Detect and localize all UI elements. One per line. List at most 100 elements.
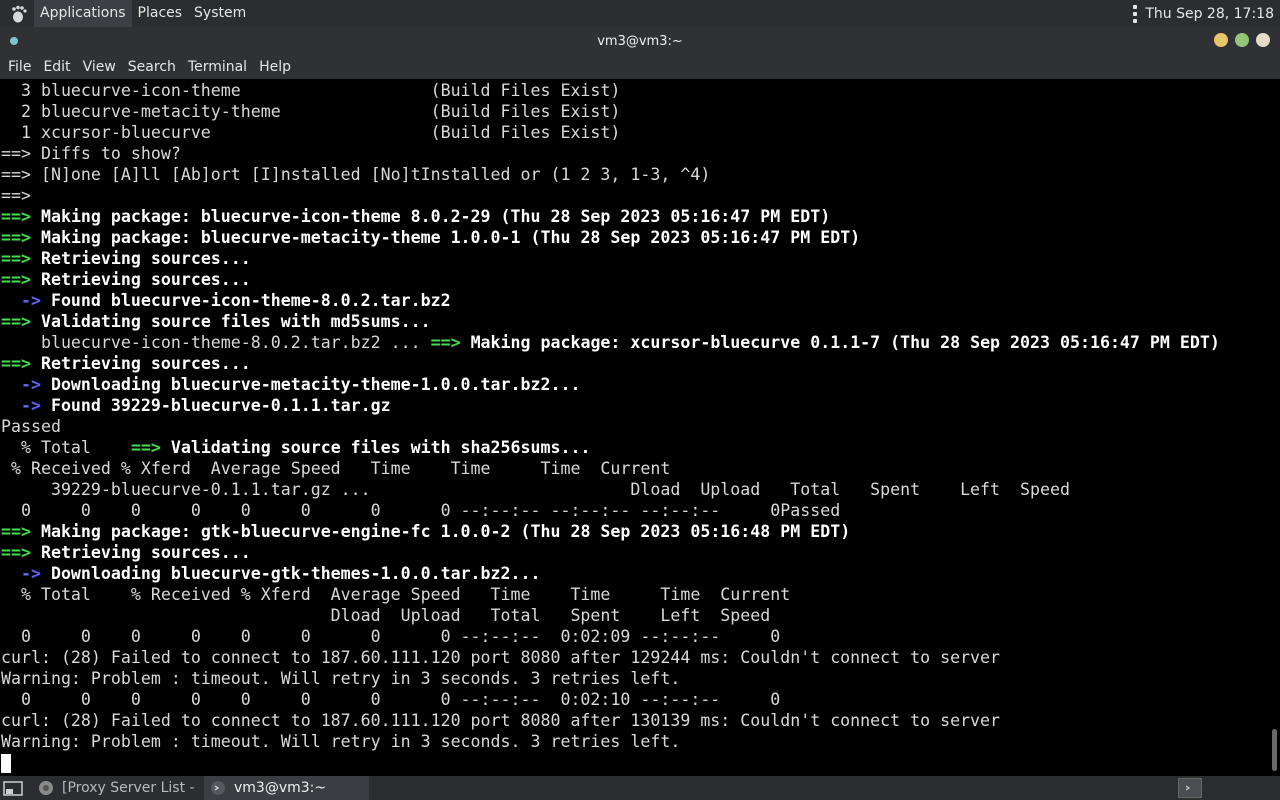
menu-help[interactable]: Help [253,59,297,75]
window-menu-icon[interactable] [10,37,18,45]
terminal-line: Warning: Problem : timeout. Will retry i… [0,731,1268,752]
taskbar-item-label: vm3@vm3:~ [234,780,327,796]
terminal-text: ==> [1,207,41,226]
terminal-line: % Total % Received % Xferd Average Speed… [0,584,1268,605]
terminal-text: Found bluecurve-icon-theme-8.0.2.tar.bz2 [50,291,451,310]
menu-edit[interactable]: Edit [37,59,76,75]
menu-search[interactable]: Search [122,59,182,75]
terminal-line: Dload Upload Total Spent Left Speed [0,605,1268,626]
terminal-line: 0 0 0 0 0 0 0 0 --:--:-- --:--:-- --:--:… [0,500,1268,521]
terminal-text: ==> [1,312,41,331]
terminal-line: ==> Making package: bluecurve-metacity-t… [0,227,1268,248]
panel-overflow-icon[interactable] [1133,4,1139,23]
bottom-taskbar: [Proxy Server List - j... vm3@vm3:~ [0,776,1280,800]
terminal-text: Retrieving sources... [40,249,251,268]
terminal-menubar: File Edit View Search Terminal Help [0,55,1280,79]
terminal-line: 3 bluecurve-icon-theme (Build Files Exis… [0,80,1268,101]
terminal-line: -> Downloading bluecurve-metacity-theme-… [0,374,1268,395]
terminal-text: ==> [1,228,41,247]
terminal-text: Making package: bluecurve-metacity-theme… [40,228,861,247]
terminal-scrollbar[interactable] [1268,80,1280,775]
terminal-text: 2 bluecurve-metacity-theme (Build Files … [1,102,621,121]
terminal-text: ==> [1,270,41,289]
terminal-text: Making package: gtk-bluecurve-engine-fc … [40,522,851,541]
terminal-line: curl: (28) Failed to connect to 187.60.1… [0,647,1268,668]
maximize-button[interactable] [1235,33,1249,47]
terminal-line: % Received % Xferd Average Speed Time Ti… [0,458,1268,479]
system-menu[interactable]: System [188,0,252,27]
terminal-text: bluecurve-icon-theme-8.0.2.tar.bz2 ... [1,333,431,352]
terminal-text: 1 xcursor-bluecurve (Build Files Exist) [1,123,621,142]
workspace-switcher-icon[interactable] [1178,778,1202,798]
terminal-line: curl: (28) Failed to connect to 187.60.1… [0,710,1268,731]
terminal-text: Warning: Problem : timeout. Will retry i… [1,732,681,751]
terminal-text: Validating source files with sha256sums.… [170,438,591,457]
terminal-text: ==> [1,522,41,541]
show-desktop-icon[interactable] [2,780,24,796]
terminal-line: ==> Making package: gtk-bluecurve-engine… [0,521,1268,542]
menu-terminal[interactable]: Terminal [182,59,253,75]
close-button[interactable] [1256,33,1270,47]
terminal-text: Dload Upload Total Spent Left Speed [1,606,771,625]
terminal-line: ==> Retrieving sources... [0,353,1268,374]
terminal-text: Found 39229-bluecurve-0.1.1.tar.gz [50,396,391,415]
terminal-text: Passed [1,417,61,436]
terminal-text: curl: (28) Failed to connect to 187.60.1… [1,711,1001,730]
scrollbar-thumb[interactable] [1272,729,1277,771]
menu-view[interactable]: View [77,59,122,75]
gnome-foot-icon[interactable] [8,3,30,25]
taskbar-item-terminal[interactable]: vm3@vm3:~ [204,776,369,800]
terminal-line: % Total ==> Validating source files with… [0,437,1268,458]
clock[interactable]: Thu Sep 28, 17:18 [1145,6,1274,22]
terminal-text: 0 0 0 0 0 0 0 0 --:--:-- 0:02:10 --:--:-… [1,690,781,709]
terminal-icon [210,780,226,796]
terminal-text: ==> [1,354,41,373]
terminal-line: -> Found bluecurve-icon-theme-8.0.2.tar.… [0,290,1268,311]
terminal-line: 0 0 0 0 0 0 0 0 --:--:-- 0:02:09 --:--:-… [0,626,1268,647]
terminal-text: ==> [1,249,41,268]
terminal-output[interactable]: 3 bluecurve-icon-theme (Build Files Exis… [0,80,1268,775]
window-title: vm3@vm3:~ [597,33,683,49]
terminal-text: Making package: bluecurve-icon-theme 8.0… [40,207,831,226]
terminal-text: ==> [1,543,41,562]
taskbar-item-label: [Proxy Server List - j... [62,780,196,796]
terminal-text: curl: (28) Failed to connect to 187.60.1… [1,648,1001,667]
terminal-line: -> Found 39229-bluecurve-0.1.1.tar.gz [0,395,1268,416]
terminal-text: Making package: xcursor-bluecurve 0.1.1-… [470,333,1220,352]
terminal-text: -> [1,396,51,415]
browser-icon [38,780,54,796]
terminal-line: ==> Retrieving sources... [0,542,1268,563]
top-panel: Applications Places System Thu Sep 28, 1… [0,0,1280,27]
terminal-text: Retrieving sources... [40,354,251,373]
terminal-line: Warning: Problem : timeout. Will retry i… [0,668,1268,689]
terminal-text: ==> [430,333,471,352]
terminal-text: % Total % Received % Xferd Average Speed… [1,585,791,604]
terminal-line: ==> Diffs to show? [0,143,1268,164]
terminal-text: % Received % Xferd Average Speed Time Ti… [1,459,671,478]
terminal-line: ==> Retrieving sources... [0,248,1268,269]
taskbar-item-proxy-list[interactable]: [Proxy Server List - j... [32,776,202,800]
minimize-button[interactable] [1214,33,1228,47]
terminal-text: -> [1,375,51,394]
terminal-prompt-line[interactable] [0,752,1268,773]
terminal-line: -> Downloading bluecurve-gtk-themes-1.0.… [0,563,1268,584]
terminal-text: ==> [N]one [A]ll [Ab]ort [I]nstalled [No… [1,165,711,184]
terminal-line: ==> Validating source files with md5sums… [0,311,1268,332]
terminal-text: Validating source files with md5sums... [40,312,431,331]
terminal-line: 1 xcursor-bluecurve (Build Files Exist) [0,122,1268,143]
terminal-cursor [1,754,11,773]
terminal-line: ==> [0,185,1268,206]
applications-menu[interactable]: Applications [34,0,132,27]
terminal-text: % Total [1,438,131,457]
terminal-line: 0 0 0 0 0 0 0 0 --:--:-- 0:02:10 --:--:-… [0,689,1268,710]
terminal-text: ==> Diffs to show? [1,144,181,163]
terminal-line: 2 bluecurve-metacity-theme (Build Files … [0,101,1268,122]
places-menu[interactable]: Places [132,0,189,27]
terminal-text: -> [1,291,51,310]
terminal-line: Passed [0,416,1268,437]
terminal-text: 0 0 0 0 0 0 0 0 --:--:-- --:--:-- --:--:… [1,501,841,520]
menu-file[interactable]: File [2,59,37,75]
terminal-line: ==> [N]one [A]ll [Ab]ort [I]nstalled [No… [0,164,1268,185]
terminal-line: 39229-bluecurve-0.1.1.tar.gz ... Dload U… [0,479,1268,500]
window-titlebar[interactable]: vm3@vm3:~ [0,27,1280,55]
